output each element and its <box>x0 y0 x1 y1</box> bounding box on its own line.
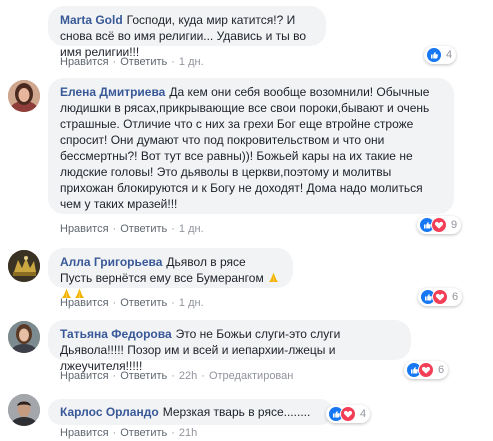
like-button[interactable]: Нравится <box>60 223 109 235</box>
like-reaction-icon <box>426 47 442 63</box>
comment-timestamp[interactable]: 21h <box>179 427 197 439</box>
comment-actions: Нравится · Ответить · 1 дн. <box>60 55 204 69</box>
comment-timestamp[interactable]: 1 дн. <box>179 223 204 235</box>
like-button[interactable]: Нравится <box>60 297 109 309</box>
comment-text: Мерзкая тварь в рясе........ <box>162 405 311 419</box>
reply-button[interactable]: Ответить <box>120 223 167 235</box>
separator: · <box>171 223 175 235</box>
separator: · <box>112 56 117 68</box>
separator: · <box>112 370 117 382</box>
like-button[interactable]: Нравится <box>60 370 109 382</box>
comment-timestamp[interactable]: 1 дн. <box>179 297 204 309</box>
edited-label[interactable]: Отредактирован <box>209 370 293 382</box>
comment-bubble: Татьяна Федорова Это не Божьи слуги-это с… <box>48 320 411 373</box>
reaction-count: 6 <box>438 364 445 376</box>
comment-bubble: Marta Gold Господи, куда мир катится!? И … <box>48 6 326 59</box>
reaction-summary[interactable]: 6 <box>404 361 449 379</box>
reply-button[interactable]: Ответить <box>120 370 167 382</box>
reply-button[interactable]: Ответить <box>120 427 167 439</box>
reaction-count: 4 <box>360 408 367 420</box>
separator: · <box>171 427 175 439</box>
reaction-summary[interactable]: 4 <box>424 46 457 64</box>
separator: · <box>112 223 117 235</box>
love-reaction-icon <box>340 406 356 422</box>
comment-author[interactable]: Алла Григорьева <box>60 255 162 269</box>
comment-bubble: Елена Дмитриева Да кем они себя вообще во… <box>48 78 454 214</box>
reaction-summary[interactable]: 9 <box>417 216 462 234</box>
reaction-count: 6 <box>452 291 459 303</box>
comment-bubble: Алла Григорьева Дьявол в рясе Пусть вернё… <box>48 248 293 298</box>
reaction-summary[interactable]: 6 <box>418 288 463 306</box>
avatar[interactable] <box>8 394 40 426</box>
avatar[interactable] <box>8 250 40 282</box>
comment-timestamp[interactable]: 22h <box>179 370 197 382</box>
comment-author[interactable]: Карлос Орландо <box>60 405 159 419</box>
comment-author[interactable]: Елена Дмитриева <box>60 85 165 99</box>
separator: · <box>201 370 205 382</box>
separator: · <box>171 297 175 309</box>
reply-button[interactable]: Ответить <box>120 56 167 68</box>
avatar[interactable] <box>8 80 40 112</box>
comment-actions: Нравится · Ответить · 1 дн. <box>60 222 204 236</box>
avatar[interactable] <box>8 321 40 353</box>
reaction-summary[interactable]: 4 <box>326 405 371 423</box>
separator: · <box>112 427 117 439</box>
reaction-count: 4 <box>446 49 453 61</box>
separator: · <box>112 297 117 309</box>
praying-hands-icon <box>269 272 279 282</box>
comment-text: Да кем они себя вообще возомнили! Обычны… <box>60 85 430 211</box>
comment-author[interactable]: Татьяна Федорова <box>60 327 172 341</box>
love-reaction-icon <box>432 289 448 305</box>
love-reaction-icon <box>418 362 434 378</box>
reaction-count: 9 <box>451 219 458 231</box>
love-reaction-icon <box>431 217 447 233</box>
comment-actions: Нравится · Ответить · 1 дн. <box>60 296 204 310</box>
comment-bubble: Карлос Орландо Мерзкая тварь в рясе......… <box>48 399 333 425</box>
like-button[interactable]: Нравится <box>60 427 109 439</box>
comment-actions: Нравится · Ответить · 21h <box>60 426 197 440</box>
comment-actions: Нравится · Ответить · 22h · Отредактирован <box>60 369 293 383</box>
comment-author[interactable]: Marta Gold <box>60 13 123 27</box>
like-button[interactable]: Нравится <box>60 56 109 68</box>
reply-button[interactable]: Ответить <box>120 297 167 309</box>
separator: · <box>171 370 175 382</box>
separator: · <box>171 56 175 68</box>
comment-timestamp[interactable]: 1 дн. <box>179 56 204 68</box>
